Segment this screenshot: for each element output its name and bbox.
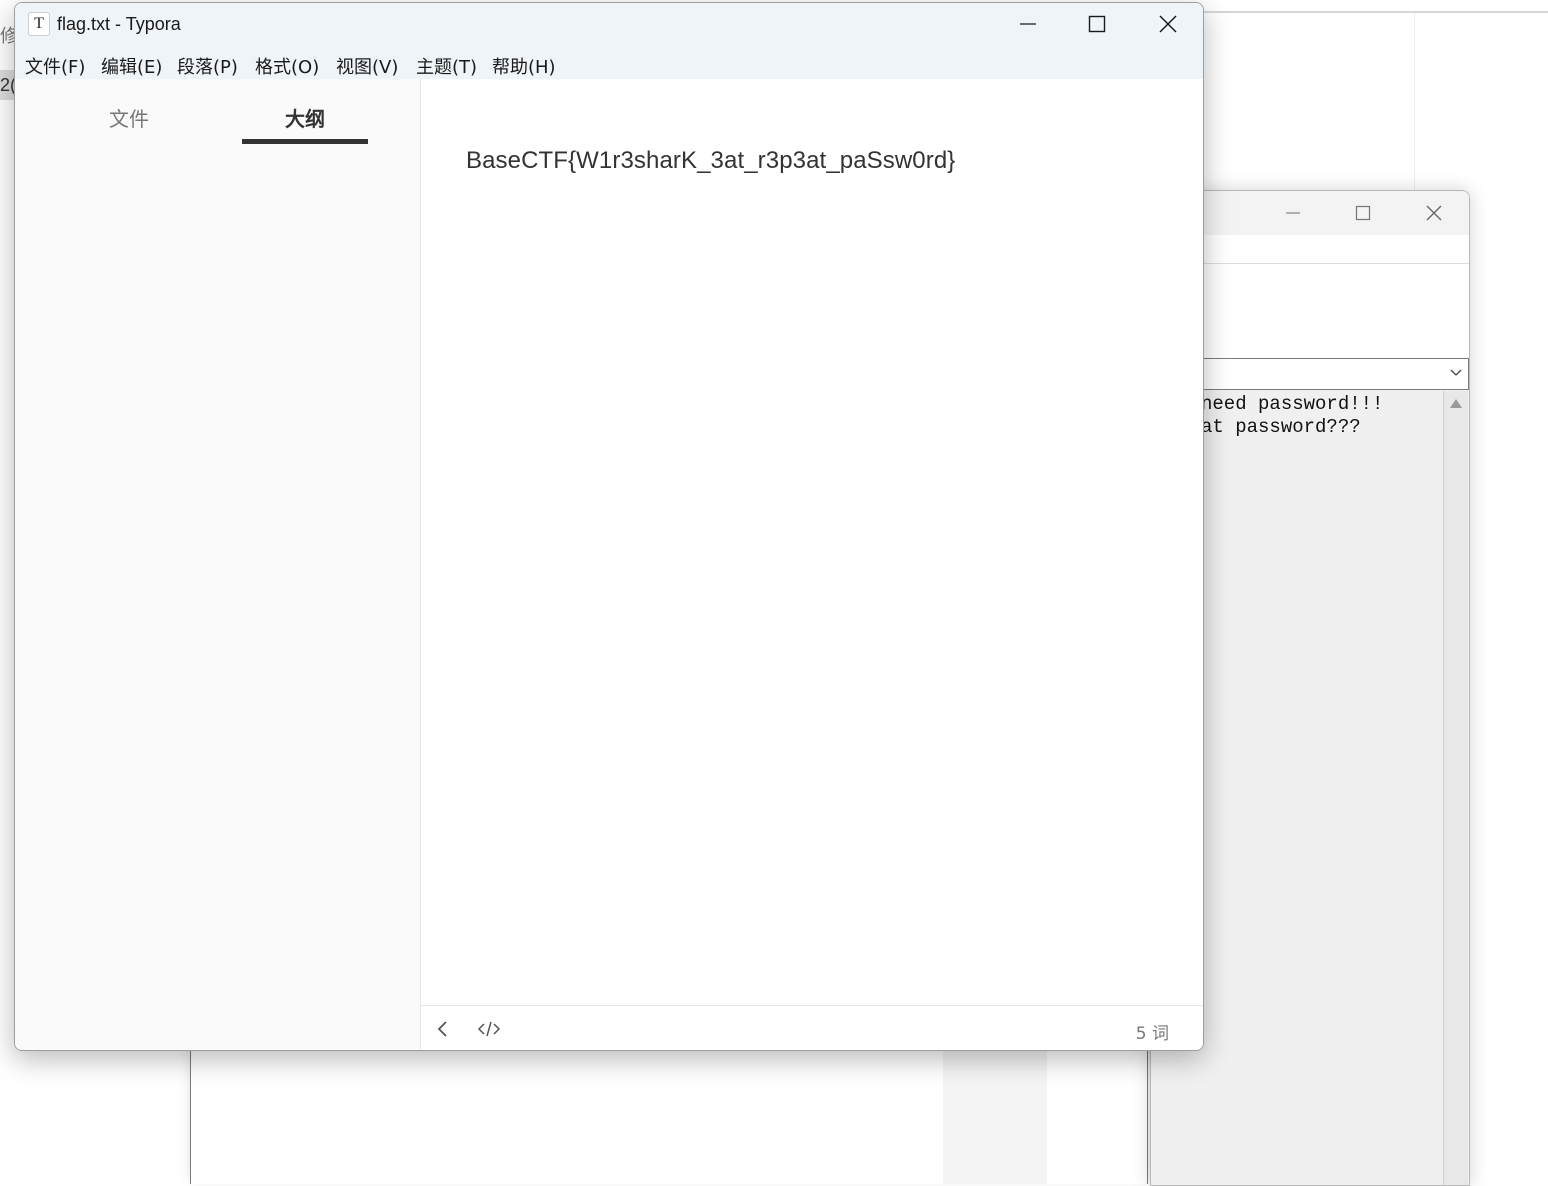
background-text-fragment: 2( [0, 70, 14, 100]
menu-file[interactable]: 文件(F) [25, 53, 85, 79]
word-count[interactable]: 5 词 [1136, 1019, 1169, 1044]
maximize-button[interactable] [1062, 3, 1132, 45]
tab-files[interactable]: 文件 [109, 103, 149, 132]
close-icon [1426, 205, 1442, 221]
minimize-icon [1286, 212, 1300, 214]
editor-area[interactable]: BaseCTF{W1r3sharK_3at_r3p3at_paSsw0rd} [421, 79, 1203, 1005]
menu-edit[interactable]: 编辑(E) [101, 53, 162, 79]
code-icon [477, 1021, 501, 1037]
dialog-text-line: need password!!! [1201, 393, 1384, 415]
source-code-mode-button[interactable] [477, 1019, 501, 1044]
dialog-scrollbar[interactable] [1443, 391, 1468, 1185]
tab-outline[interactable]: 大纲 [285, 103, 325, 132]
maximize-icon [1088, 15, 1106, 33]
background-divider [1414, 13, 1415, 193]
background-column [943, 1048, 1047, 1184]
menu-paragraph[interactable]: 段落(P) [177, 53, 238, 79]
typora-titlebar[interactable]: T flag.txt - Typora [15, 3, 1203, 45]
dialog-minimize-button[interactable] [1271, 199, 1315, 227]
background-window-edge [1200, 11, 1548, 13]
close-icon [1159, 15, 1177, 33]
window-title: flag.txt - Typora [57, 14, 181, 34]
minimize-icon [1020, 23, 1036, 25]
dialog-close-button[interactable] [1412, 199, 1456, 227]
scroll-up-icon[interactable] [1450, 399, 1462, 408]
menu-theme[interactable]: 主题(T) [416, 53, 477, 79]
dialog-text-line: at password??? [1201, 416, 1361, 438]
menu-help[interactable]: 帮助(H) [492, 53, 556, 79]
menu-format[interactable]: 格式(O) [255, 53, 319, 79]
chevron-down-icon [1450, 365, 1462, 381]
maximize-icon [1355, 205, 1371, 221]
menubar: 文件(F) 编辑(E) 段落(P) 格式(O) 视图(V) 主题(T) 帮助(H… [15, 45, 1203, 79]
minimize-button[interactable] [993, 3, 1063, 45]
menu-view[interactable]: 视图(V) [336, 53, 398, 79]
toggle-sidebar-button[interactable] [435, 1019, 451, 1044]
document-text[interactable]: BaseCTF{W1r3sharK_3at_r3p3at_paSsw0rd} [466, 147, 955, 175]
close-button[interactable] [1133, 3, 1203, 45]
active-tab-indicator [242, 139, 368, 144]
typora-window: T flag.txt - Typora 文件(F) 编辑(E) 段落(P) 格式… [14, 2, 1204, 1051]
dialog-maximize-button[interactable] [1341, 199, 1385, 227]
chevron-left-icon [437, 1021, 447, 1037]
background-document-window [190, 1048, 1148, 1184]
typora-app-icon: T [28, 12, 50, 36]
status-bar: 5 词 [421, 1005, 1203, 1050]
sidebar: 文件 大纲 [15, 79, 421, 1050]
